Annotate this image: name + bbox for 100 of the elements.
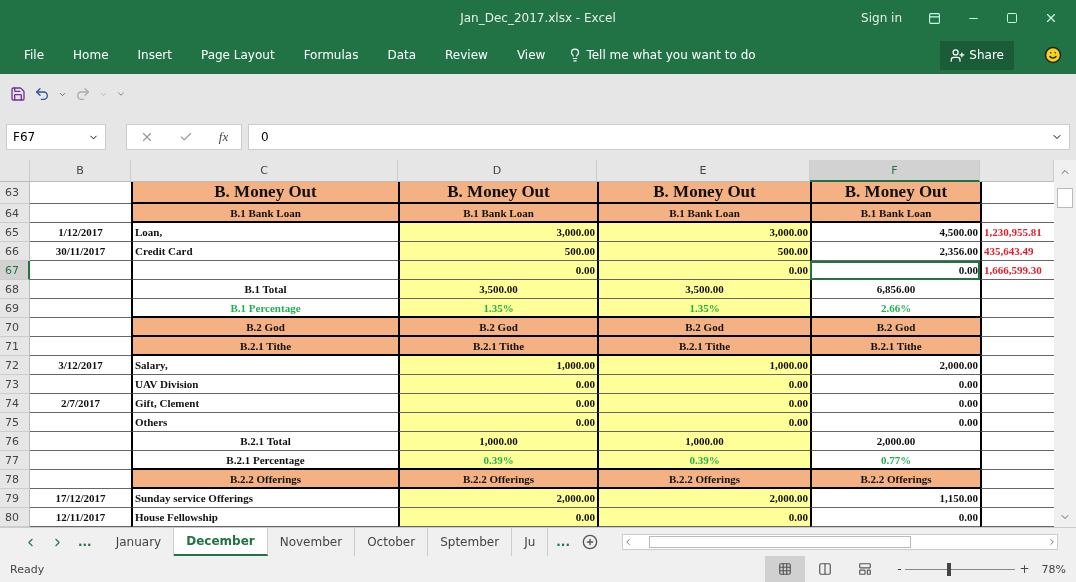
column-header[interactable]: B — [30, 160, 131, 182]
row-header[interactable]: 69 — [0, 299, 30, 318]
menu-tab[interactable]: View — [504, 44, 558, 66]
table-cell: 3,500.00 — [597, 280, 810, 299]
table-cell: 2,000.00 — [398, 489, 597, 508]
table-cell: 6,856.00 — [810, 280, 980, 299]
row-header[interactable]: 78 — [0, 470, 30, 489]
menu-tab[interactable]: Insert — [125, 44, 184, 66]
menu-tab[interactable]: File — [12, 44, 57, 66]
table-cell: 2,356.00 — [810, 242, 980, 261]
column-header[interactable]: D — [398, 160, 597, 182]
table-cell: 1,230,955.81 — [980, 223, 1054, 242]
row-header[interactable]: 74 — [0, 394, 30, 413]
table-cell: 0.00 — [810, 413, 980, 432]
table-cell: 0.00 — [597, 413, 810, 432]
maximize-icon[interactable] — [1006, 12, 1018, 24]
sheet-tab[interactable]: December — [174, 528, 268, 556]
row-header[interactable]: 75 — [0, 413, 30, 432]
row-header[interactable]: 80 — [0, 508, 30, 527]
row-header[interactable]: 63 — [0, 182, 30, 204]
table-cell: 2,000.00 — [810, 432, 980, 451]
row-header[interactable]: 76 — [0, 432, 30, 451]
table-cell: Gift, Clement — [131, 394, 398, 413]
table-cell: 0.00 — [398, 413, 597, 432]
insert-function-button[interactable]: fx — [218, 129, 229, 145]
table-cell: B. Money Out — [131, 182, 398, 204]
table-cell: Loan, — [131, 223, 398, 242]
table-cell: B. Money Out — [398, 182, 597, 204]
row-header[interactable]: 77 — [0, 451, 30, 470]
check-icon[interactable] — [179, 130, 194, 144]
table-cell: Others — [131, 413, 398, 432]
save-icon[interactable] — [10, 86, 26, 102]
menu-tab[interactable]: Home — [61, 44, 121, 66]
person-add-icon — [950, 47, 966, 63]
tell-me-search[interactable]: Tell me what you want to do — [562, 44, 762, 66]
add-sheet-icon[interactable] — [581, 534, 598, 550]
table-cell: 2,000.00 — [597, 489, 810, 508]
table-cell: B.2.1 Tithe — [398, 337, 597, 356]
table-cell: 3,000.00 — [597, 223, 810, 242]
table-cell: B. Money Out — [597, 182, 810, 204]
name-box[interactable]: F67 — [6, 124, 106, 150]
scroll-right-icon[interactable] — [1047, 537, 1057, 547]
share-button[interactable]: Share — [940, 40, 1014, 70]
table-cell: 1,000.00 — [597, 432, 810, 451]
ribbon-display-icon[interactable] — [928, 11, 941, 25]
column-header[interactable]: F — [810, 160, 980, 182]
table-cell: 0.00 — [398, 261, 597, 280]
column-header[interactable]: C — [131, 160, 398, 182]
table-cell: B.1 Bank Loan — [810, 204, 980, 223]
scroll-thumb[interactable] — [648, 536, 911, 548]
menu-tab[interactable]: Review — [433, 44, 500, 66]
menu-tab[interactable]: Data — [375, 44, 429, 66]
normal-view-button[interactable] — [765, 556, 806, 582]
undo-icon[interactable] — [34, 86, 50, 102]
table-cell: B.2.2 Offerings — [597, 470, 810, 489]
more-sheets-button[interactable]: ... — [78, 535, 92, 549]
table-cell: 0.00 — [810, 375, 980, 394]
customize-caret-icon[interactable] — [116, 89, 126, 99]
menu-tab[interactable]: Formulas — [291, 44, 371, 66]
sign-in-link[interactable]: Sign in — [861, 11, 902, 25]
table-cell: B.1 Bank Loan — [131, 204, 398, 223]
row-header[interactable]: 65 — [0, 223, 30, 242]
menu-tab[interactable]: Page Layout — [188, 44, 287, 66]
table-cell: B. Money Out — [810, 182, 980, 204]
table-cell: 0.39% — [597, 451, 810, 470]
status-text: Ready — [10, 562, 45, 576]
vertical-scrollbar[interactable] — [1054, 160, 1076, 527]
table-cell: 0.00 — [810, 261, 980, 280]
row-header[interactable]: 79 — [0, 489, 30, 508]
row-header[interactable]: 71 — [0, 337, 30, 356]
table-cell: 1,150.00 — [810, 489, 980, 508]
zoom-in-button[interactable]: + — [1015, 562, 1034, 576]
row-header[interactable]: 73 — [0, 375, 30, 394]
scroll-thumb[interactable] — [1057, 188, 1073, 208]
row-header[interactable]: 72 — [0, 356, 30, 375]
zoom-out-button[interactable]: - — [893, 562, 906, 576]
table-cell: Sunday service Offerings — [131, 489, 398, 508]
table-cell: 0.00 — [597, 508, 810, 527]
table-cell: 3,000.00 — [398, 223, 597, 242]
close-icon[interactable] — [1044, 11, 1058, 25]
zoom-level[interactable]: 78% — [1041, 562, 1066, 576]
table-cell: B.2 God — [398, 318, 597, 337]
horizontal-scrollbar[interactable] — [621, 534, 1058, 550]
smiley-icon[interactable] — [1044, 46, 1062, 64]
row-header[interactable]: 64 — [0, 204, 30, 223]
table-cell: B.2.2 Offerings — [398, 470, 597, 489]
page-icon — [818, 562, 833, 576]
table-cell: 1,000.00 — [398, 432, 597, 451]
row-header[interactable]: 68 — [0, 280, 30, 299]
formula-input[interactable]: 0 — [248, 124, 1070, 150]
table-cell: B.2 God — [597, 318, 810, 337]
table-cell: B.1 Bank Loan — [398, 204, 597, 223]
column-header[interactable]: E — [597, 160, 810, 182]
table-cell: B.2.1 Total — [131, 432, 398, 451]
zoom-thumb[interactable] — [947, 562, 952, 576]
row-header[interactable]: 66 — [0, 242, 30, 261]
more-sheets-button[interactable]: ... — [556, 535, 570, 549]
row-header[interactable]: 67 — [0, 261, 30, 280]
row-header[interactable]: 70 — [0, 318, 30, 337]
table-cell: 0.39% — [398, 451, 597, 470]
